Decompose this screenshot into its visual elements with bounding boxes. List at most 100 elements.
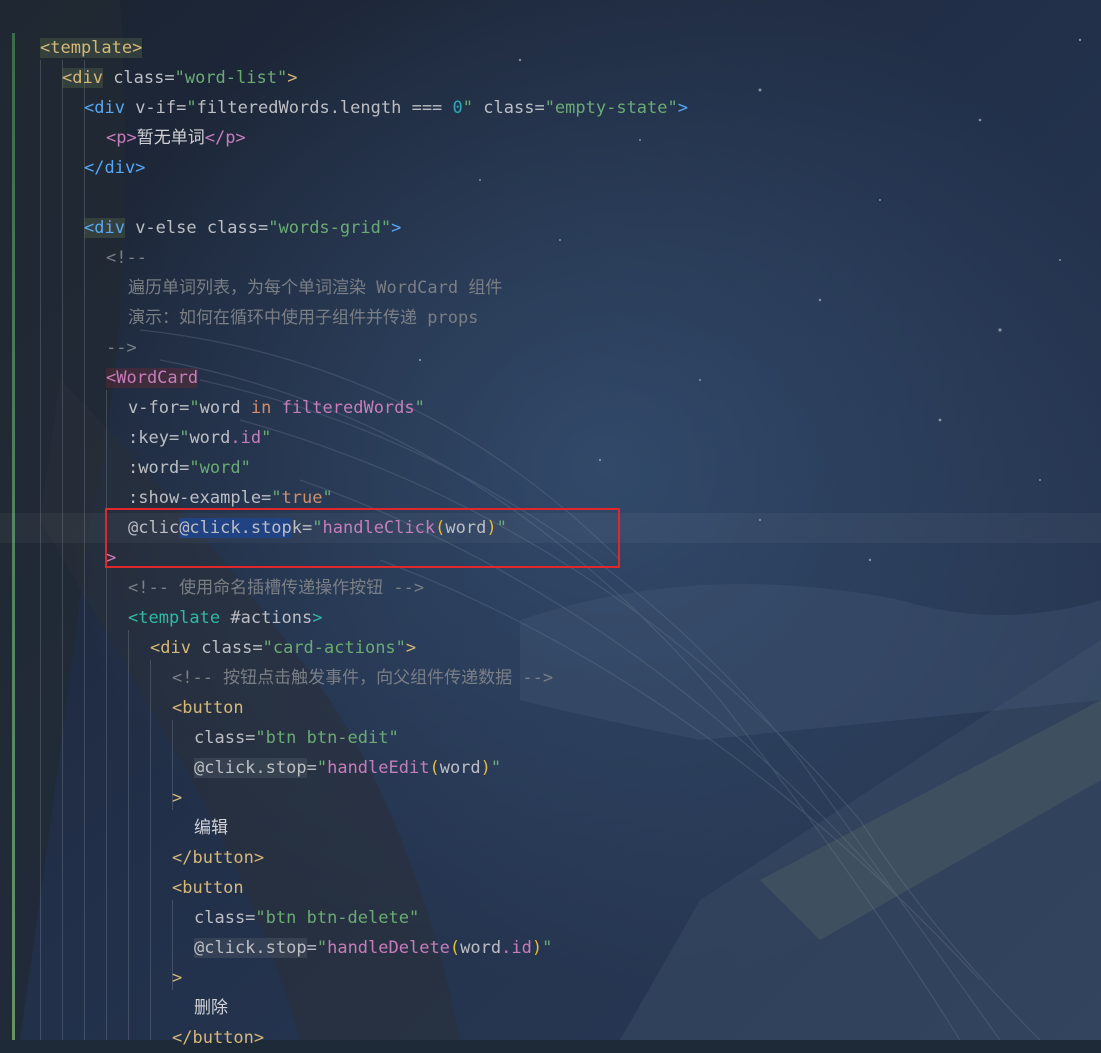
quote: "	[490, 758, 502, 778]
attr-value: "btn btn-edit"	[255, 728, 399, 748]
paren: )	[531, 938, 543, 958]
variable: word	[189, 428, 231, 448]
quote: "	[414, 398, 425, 418]
quote: "	[261, 428, 272, 448]
code-line[interactable]: class="btn btn-delete"	[194, 903, 419, 933]
tag-close: </p>	[204, 128, 246, 148]
code-line[interactable]: </div>	[84, 153, 145, 183]
code-line[interactable]: @click.stop="handleDelete(word.id)"	[194, 933, 552, 963]
directive: v-for=	[128, 398, 190, 418]
expression: filteredWords	[196, 98, 330, 118]
comment-line[interactable]: -->	[106, 333, 137, 363]
code-line[interactable]: <template #actions>	[128, 603, 323, 633]
code-line[interactable]: <p>暂无单词</p>	[106, 123, 246, 153]
quote: "	[316, 938, 328, 958]
code-line[interactable]: <div v-if="filteredWords.length === 0" c…	[84, 93, 688, 123]
code-line[interactable]: </button>	[172, 1023, 264, 1053]
indent-guide	[106, 390, 107, 1040]
indent-guide	[84, 60, 85, 1040]
argument: word	[460, 938, 502, 958]
code-line[interactable]: v-for="word in filteredWords"	[128, 393, 425, 423]
quote: "	[316, 758, 328, 778]
expression: .length	[329, 98, 402, 118]
code-line[interactable]: </button>	[172, 843, 264, 873]
paren: (	[429, 758, 440, 778]
expression: filteredWords	[271, 398, 415, 418]
template-open-tag: <template>	[40, 38, 143, 58]
comment-line[interactable]: <!-- 按钮点击触发事件，向父组件传递数据 -->	[172, 663, 553, 693]
button-tag-close: </button>	[172, 848, 265, 868]
tag-open: <div	[62, 68, 103, 88]
comment-text: 遍历单词列表，为每个单词渲染 WordCard 组件	[128, 278, 503, 298]
variable: word	[199, 398, 251, 418]
code-line[interactable]: >	[172, 963, 182, 993]
attribute: v-if=	[124, 98, 187, 118]
code-editor[interactable]: <template> <div class="word-list"> <div …	[0, 0, 1101, 1048]
button-tag-open: <button	[172, 878, 244, 898]
quote: "	[462, 98, 474, 118]
comment-line[interactable]: <!-- 使用命名插槽传递操作按钮 -->	[128, 573, 424, 603]
quote: "	[179, 428, 190, 448]
button-tag-close: </button>	[172, 1028, 265, 1048]
button-text: 删除	[194, 998, 228, 1018]
property: .id	[230, 428, 262, 448]
operator: ===	[401, 98, 453, 118]
tag-close: >	[391, 218, 402, 238]
tag-close: </div>	[84, 158, 146, 178]
attribute: class=	[194, 908, 256, 928]
comment-text: <!-- 按钮点击触发事件，向父组件传递数据 -->	[172, 668, 554, 688]
code-line[interactable]: <button	[172, 873, 244, 903]
code-line[interactable]: <div class="card-actions">	[150, 633, 416, 663]
indent-guide	[40, 60, 41, 1040]
attr-value: "empty-state"	[544, 98, 678, 118]
attr-value: "word-list"	[174, 68, 288, 88]
quote: "	[186, 98, 197, 118]
code-line[interactable]: @click.stop="handleEdit(word)"	[194, 753, 501, 783]
code-line[interactable]: <WordCard	[106, 363, 199, 393]
slot-name: #actions	[220, 608, 313, 628]
code-line[interactable]: :key="word.id"	[128, 423, 271, 453]
comment-text: 演示：如何在循环中使用子组件并传递 props	[128, 308, 479, 328]
keyword: true	[281, 488, 323, 508]
attribute: v-else class=	[124, 218, 269, 238]
button-tag-open: <button	[172, 698, 244, 718]
comment-line[interactable]: <!--	[106, 243, 147, 273]
equals: =	[306, 758, 317, 778]
tag-open: <div	[84, 98, 125, 118]
code-line[interactable]: <div v-else class="words-grid">	[84, 213, 401, 243]
quote: "	[322, 488, 333, 508]
code-line[interactable]: >	[172, 783, 182, 813]
tag-open: <p>	[106, 128, 137, 148]
attr-value: "word"	[189, 458, 251, 478]
attribute: class=	[190, 638, 263, 658]
quote: "	[271, 488, 282, 508]
tag-close: >	[172, 968, 183, 988]
code-line[interactable]: class="btn btn-edit"	[194, 723, 399, 753]
annotation-highlight-box	[105, 508, 620, 568]
attribute: class=	[194, 728, 256, 748]
tag-open: <div	[150, 638, 191, 658]
code-line[interactable]: <template>	[40, 33, 143, 63]
tag-close: >	[312, 608, 323, 628]
tag-close: >	[287, 68, 298, 88]
quote: "	[189, 398, 200, 418]
comment-line[interactable]: 遍历单词列表，为每个单词渲染 WordCard 组件	[128, 273, 502, 303]
code-line[interactable]: <button	[172, 693, 244, 723]
attribute: class=	[102, 68, 175, 88]
comment-text: <!-- 使用命名插槽传递操作按钮 -->	[128, 578, 425, 598]
tag-close: >	[172, 788, 183, 808]
comment-line[interactable]: 演示：如何在循环中使用子组件并传递 props	[128, 303, 478, 333]
code-line[interactable]: :word="word"	[128, 453, 251, 483]
function-name: handleDelete	[327, 938, 450, 958]
comment-close: -->	[106, 338, 137, 358]
tag-close: >	[677, 98, 688, 118]
directive: :word=	[128, 458, 190, 478]
code-line[interactable]: <div class="word-list">	[62, 63, 297, 93]
code-line[interactable]: 删除	[194, 993, 228, 1023]
code-line[interactable]: 编辑	[194, 813, 228, 843]
attr-value: "btn btn-delete"	[255, 908, 420, 928]
number: 0	[452, 98, 463, 118]
paren: )	[480, 758, 491, 778]
comment-open: <!--	[106, 248, 147, 268]
attribute: class=	[473, 98, 545, 118]
